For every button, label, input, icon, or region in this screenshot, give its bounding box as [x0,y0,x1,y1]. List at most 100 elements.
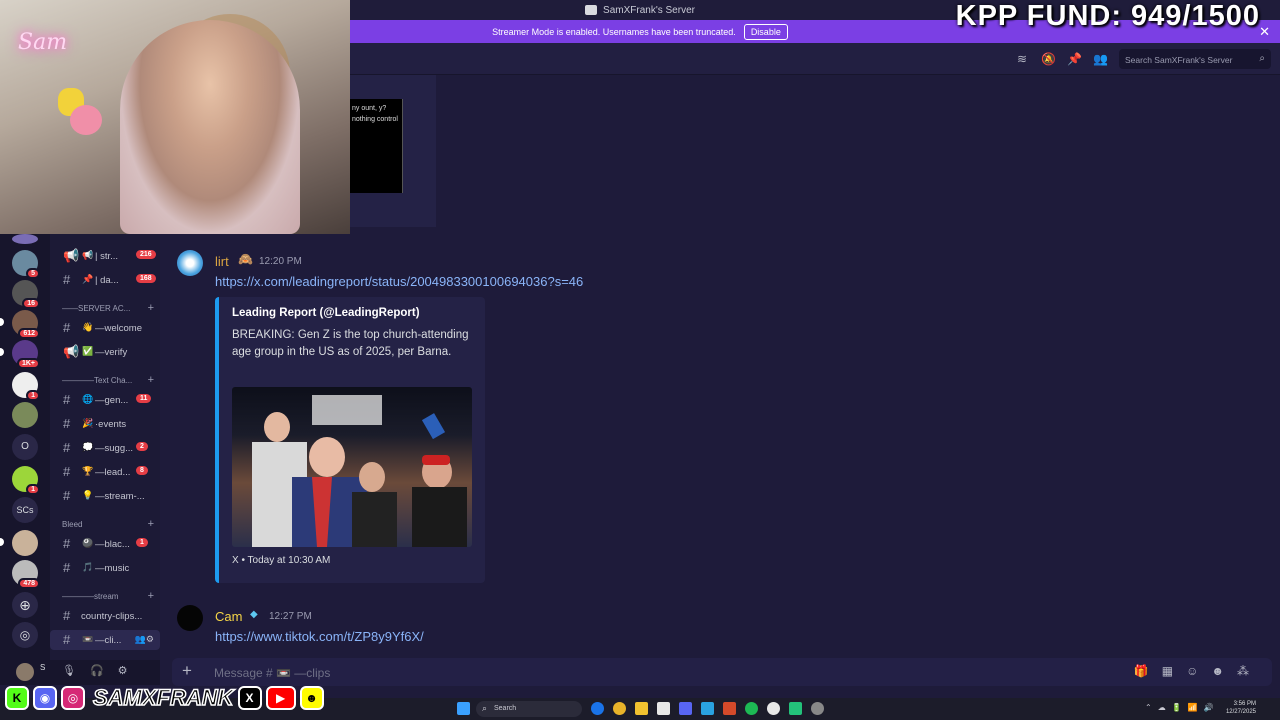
edge-icon[interactable] [591,702,604,715]
server-icon[interactable]: O [12,434,38,460]
app-icon[interactable] [789,702,802,715]
hash-icon: # [63,464,71,479]
system-tray-icons[interactable]: ⌃☁🔋📶🔊 [1145,703,1220,712]
add-channel-icon[interactable]: + [148,374,154,386]
app-icon[interactable] [701,702,714,715]
channel-item[interactable]: # 💭 —sugg... 2 [50,438,160,458]
channel-list: 📢 📢 | str... 216 # 📌 | da... 168 ——SERVER AC..… [50,234,160,664]
spotify-icon[interactable] [745,702,758,715]
discord-taskbar-icon[interactable] [679,702,692,715]
mention-badge: 5 [26,268,40,279]
unread-pip [0,538,4,546]
server-icon[interactable]: 1 [12,372,40,401]
category-bleed[interactable]: Bleed + [62,518,162,530]
channel-item[interactable]: # 🎱 —blac... 1 [50,534,160,554]
unread-count: 2 [136,442,148,451]
category-server[interactable]: ——SERVER AC... + [62,302,162,314]
add-channel-icon[interactable]: + [148,590,154,602]
server-icon[interactable] [12,234,38,244]
x-icon: X [237,686,262,710]
settings-icon[interactable] [811,702,824,715]
channel-item[interactable]: # 🎵 —music [50,558,160,578]
channel-item[interactable]: # country-clips... [50,606,160,626]
channel-item[interactable]: # 💡 —stream-... [50,486,160,506]
kick-icon: K [5,686,29,710]
hash-icon: # [63,632,71,647]
neon-sign: Sam [18,30,68,55]
browser-icon[interactable] [767,702,780,715]
discover-icon[interactable]: ◎ [12,622,38,648]
channel-item[interactable]: # 🏆 —lead... 8 [50,462,160,482]
threads-icon[interactable]: ≋ [1015,52,1029,66]
message-author[interactable]: Cam [215,609,242,624]
server-icon[interactable]: 1 [12,466,40,495]
server-icon[interactable] [12,402,38,428]
start-icon[interactable] [457,702,470,715]
avatar[interactable] [16,663,34,681]
file-explorer-icon[interactable] [635,702,648,715]
message-author[interactable]: lirt [215,254,229,269]
server-icon[interactable]: 5 [12,250,40,279]
add-channel-icon[interactable]: + [148,518,154,530]
category-text[interactable]: ————Text Cha... + [62,374,162,386]
unread-count: 11 [136,394,152,403]
server-icon[interactable]: 478 [12,560,40,589]
unread-count: 8 [136,466,148,475]
close-icon[interactable]: ✕ [1259,24,1270,40]
avatar[interactable] [177,250,203,276]
add-server-icon[interactable]: ⊕ [12,592,38,618]
pin-icon[interactable]: 📌 [1067,52,1082,66]
channel-item-active[interactable]: # 📼 —cli... 👥⚙ [50,630,160,650]
hash-icon: # [63,608,71,623]
server-icon[interactable]: 612 [12,310,40,339]
hash-icon: # [63,440,71,455]
obs-icon[interactable] [723,702,736,715]
channel-item[interactable]: 📢 📢 | str... 216 [50,246,160,266]
youtube-icon: ▶ [265,686,296,710]
mention-badge: 1K+ [16,358,40,369]
clock[interactable]: 3:56 PM 12/27/2025 [1226,700,1256,716]
server-icon[interactable] [12,530,38,556]
channel-item[interactable]: # 👋 —welcome [50,318,160,338]
embed-image[interactable] [232,387,472,547]
link-embed: Leading Report (@LeadingReport) BREAKING… [215,297,485,583]
store-icon[interactable] [657,702,670,715]
server-rail: 5 16 612 1K+ 1 O 1 SCs 478 ⊕ ◎ [0,234,50,664]
avatar[interactable] [177,605,203,631]
message-input[interactable]: + Message # 📼 —clips 🎁▦☺☻⁂ [172,658,1272,686]
message-link[interactable]: https://x.com/leadingreport/status/20049… [215,274,583,289]
member-list-icon[interactable]: 👥 [1093,52,1108,66]
mic-headset-settings-icon[interactable]: 🎙🎧⚙ [62,664,142,677]
unread-count: 216 [136,250,156,259]
server-icon[interactable]: 16 [12,280,40,309]
message-timestamp: 12:20 PM [259,256,302,267]
channel-item[interactable]: 📢 ✅ —verify [50,342,160,362]
discord-logo-icon [585,5,598,15]
invite-settings-icon[interactable]: 👥⚙ [135,634,154,645]
disable-streamer-mode-button[interactable]: Disable [743,23,788,40]
announcement-icon: 📢 [63,344,80,359]
search-icon: ⌕ [1259,53,1265,64]
server-icon[interactable]: 1K+ [12,340,40,369]
role-badge-icon: 🙈 [238,252,253,266]
plush-toy [70,105,102,135]
banner-text: Streamer Mode is enabled. Usernames have… [492,26,736,37]
hash-icon: # [63,536,71,551]
embed-footer: X • Today at 10:30 AM [232,555,331,566]
message-link[interactable]: https://www.tiktok.com/t/ZP8y9Yf6X/ [215,629,424,644]
hash-icon: # [63,320,71,335]
category-stream[interactable]: ————stream + [62,590,162,602]
embed-title[interactable]: Leading Report (@LeadingReport) [232,307,420,319]
server-icon[interactable]: SCs [12,497,38,523]
search-input[interactable]: Search SamXFrank's Server ⌕ [1119,49,1271,69]
snapchat-icon: ☻ [299,686,324,710]
chrome-icon[interactable] [613,702,626,715]
add-channel-icon[interactable]: + [148,302,154,314]
notification-bell-icon[interactable]: 🔕 [1041,52,1056,66]
channel-item[interactable]: # 📌 | da... 168 [50,270,160,290]
taskbar-search[interactable]: ⌕ Search [476,701,582,717]
channel-item[interactable]: # 🌐 —gen... 11 [50,390,160,410]
composer-actions-icon[interactable]: 🎁▦☺☻⁂ [1134,664,1262,678]
attach-plus-icon[interactable]: + [182,661,192,681]
channel-item[interactable]: # 🎉 ·events [50,414,160,434]
